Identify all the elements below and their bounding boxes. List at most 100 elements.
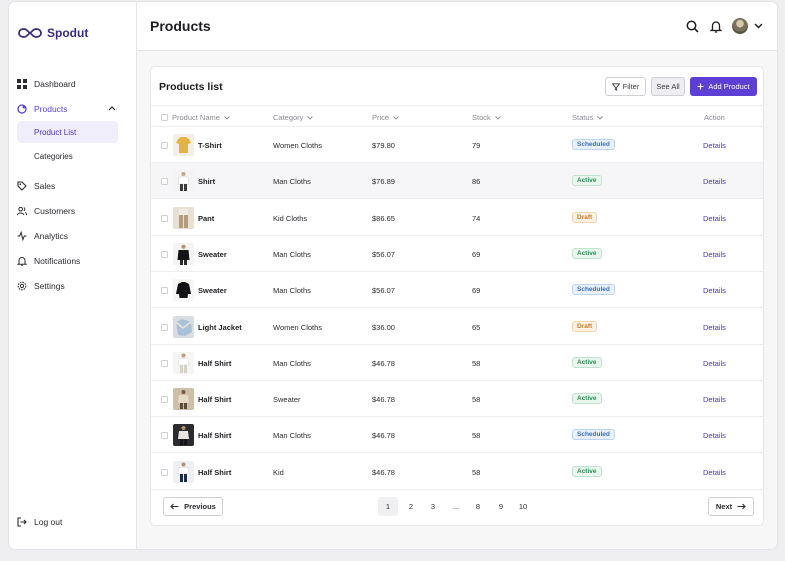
see-all-button[interactable]: See All <box>651 77 685 96</box>
table-row[interactable]: Half Shirt Kid $46.78 58 Active Details <box>151 454 763 490</box>
filter-icon <box>611 82 620 91</box>
page-number-button[interactable]: 8 <box>468 497 488 516</box>
details-link[interactable]: Details <box>703 395 726 404</box>
sidebar-item-customers[interactable]: Customers <box>9 198 136 223</box>
sidebar-item-sales[interactable]: Sales <box>9 173 136 198</box>
add-product-label: Add Product <box>708 82 750 91</box>
details-link[interactable]: Details <box>703 286 726 295</box>
sidebar-item-label: Analytics <box>34 230 69 241</box>
row-checkbox[interactable] <box>161 323 168 331</box>
table-row[interactable]: Light Jacket Women Cloths $36.00 65 Draft Det… <box>151 309 763 345</box>
row-checkbox[interactable] <box>161 250 168 258</box>
product-name: Half Shirt <box>198 467 232 477</box>
product-category: Kid Cloths <box>273 213 308 223</box>
row-checkbox[interactable] <box>161 214 168 222</box>
product-price: $86.65 <box>372 213 395 223</box>
details-link[interactable]: Details <box>703 214 726 223</box>
sidebar-subitem-product-list[interactable]: Product List <box>17 121 118 143</box>
status-badge: Scheduled <box>572 429 615 441</box>
table-row[interactable]: Sweater Man Cloths $56.07 69 Scheduled Detail… <box>151 272 763 309</box>
filter-button[interactable]: Filter <box>605 77 646 96</box>
gear-icon <box>17 281 27 291</box>
search-icon[interactable] <box>685 19 699 33</box>
product-thumbnail <box>173 206 194 229</box>
row-checkbox[interactable] <box>161 432 168 440</box>
product-thumbnail <box>173 388 194 411</box>
bell-icon[interactable] <box>709 19 723 33</box>
logout-button[interactable]: Log out <box>17 517 62 527</box>
column-header-product-name[interactable]: Product Name <box>161 113 230 122</box>
row-checkbox[interactable] <box>161 359 168 367</box>
table-row[interactable]: Pant Kid Cloths $86.65 74 Draft Details <box>151 200 763 236</box>
chevron-down-icon <box>597 115 604 120</box>
row-checkbox[interactable] <box>161 142 168 149</box>
table-row[interactable]: T-Shirt Women Cloths $79.80 79 Scheduled Deta… <box>151 127 763 163</box>
sidebar-item-notifications[interactable]: Notifications <box>9 248 136 273</box>
table-row[interactable]: Half Shirt Man Cloths $46.78 58 Active Detail… <box>151 345 763 381</box>
product-price: $36.00 <box>372 322 395 332</box>
row-checkbox[interactable] <box>161 396 168 404</box>
table-row[interactable]: Shirt Man Cloths $76.89 86 Active Details <box>151 163 763 200</box>
row-checkbox[interactable] <box>161 468 168 476</box>
arrow-right-icon <box>737 503 746 510</box>
product-stock: 58 <box>472 358 481 368</box>
sidebar-item-analytics[interactable]: Analytics <box>9 223 136 248</box>
page-number-button[interactable]: 9 <box>491 497 511 516</box>
select-all-checkbox[interactable] <box>161 114 168 121</box>
details-link[interactable]: Details <box>703 323 726 332</box>
status-badge: Active <box>572 356 602 368</box>
page-title: Products <box>150 18 211 34</box>
column-header-price[interactable]: Price <box>372 113 399 122</box>
status-badge: Draft <box>572 320 598 332</box>
row-checkbox[interactable] <box>161 287 168 295</box>
page-number-button[interactable]: 3 <box>423 497 443 516</box>
product-price: $46.78 <box>372 395 395 405</box>
column-label: Action <box>704 113 725 122</box>
card-title: Products list <box>159 81 223 93</box>
filter-label: Filter <box>622 82 640 91</box>
sidebar-item-products[interactable]: Products <box>9 96 136 121</box>
sidebar-item-settings[interactable]: Settings <box>9 273 136 298</box>
sidebar-item-dashboard[interactable]: Dashboard <box>9 71 136 96</box>
product-price: $46.78 <box>372 467 395 477</box>
page-number-button[interactable]: 1 <box>378 497 398 516</box>
sidebar: Spodut Dashboard Products Product List C… <box>9 2 137 549</box>
column-header-status[interactable]: Status <box>572 113 604 122</box>
app-window: Spodut Dashboard Products Product List C… <box>9 2 777 549</box>
avatar[interactable] <box>732 18 748 34</box>
details-link[interactable]: Details <box>703 177 726 186</box>
column-header-category[interactable]: Category <box>273 113 314 122</box>
brand-logo[interactable]: Spodut <box>17 26 88 40</box>
details-link[interactable]: Details <box>703 468 726 477</box>
sidebar-subitem-label: Product List <box>34 127 77 137</box>
table-row[interactable]: Half Shirt Man Cloths $46.78 58 Scheduled Det… <box>151 417 763 454</box>
details-link[interactable]: Details <box>703 141 726 150</box>
page-number-button[interactable]: 10 <box>513 497 533 516</box>
page-number-button[interactable]: 2 <box>401 497 421 516</box>
see-all-label: See All <box>656 82 680 91</box>
sidebar-subitem-label: Categories <box>34 151 73 161</box>
product-stock: 69 <box>472 286 481 296</box>
product-stock: 58 <box>472 395 481 405</box>
product-name: Half Shirt <box>198 395 232 405</box>
products-card: Products list Filter See All Add Product… <box>150 66 764 526</box>
product-category: Man Cloths <box>273 249 311 259</box>
row-checkbox[interactable] <box>161 178 168 186</box>
details-link[interactable]: Details <box>703 431 726 440</box>
product-category: Kid <box>273 467 284 477</box>
status-badge: Active <box>572 175 602 187</box>
chevron-down-icon[interactable] <box>751 19 765 33</box>
next-button[interactable]: Next <box>708 497 754 516</box>
chevron-up-icon[interactable] <box>108 105 116 111</box>
previous-button[interactable]: Previous <box>163 497 223 516</box>
sidebar-subitem-categories[interactable]: Categories <box>17 145 118 167</box>
bell-icon <box>17 256 27 266</box>
details-link[interactable]: Details <box>703 359 726 368</box>
column-header-stock[interactable]: Stock <box>472 113 501 122</box>
table-row[interactable]: Half Shirt Sweater $46.78 58 Active Details <box>151 381 763 418</box>
table-row[interactable]: Sweater Man Cloths $56.07 69 Active Details <box>151 236 763 272</box>
add-product-button[interactable]: Add Product <box>690 77 757 96</box>
product-category: Sweater <box>273 395 301 405</box>
brand-name: Spodut <box>47 26 89 40</box>
details-link[interactable]: Details <box>703 250 726 259</box>
